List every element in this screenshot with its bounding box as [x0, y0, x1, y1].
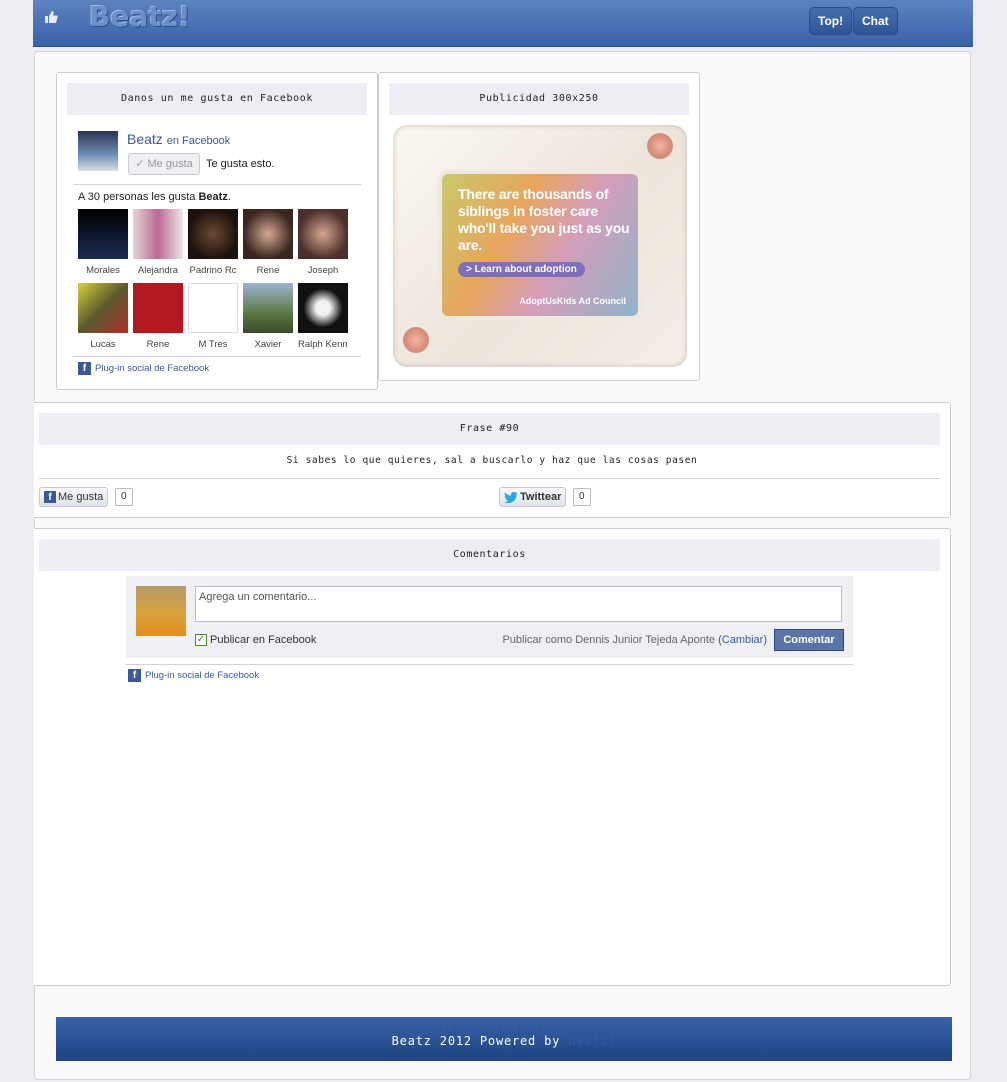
fan-avatar[interactable]: [188, 209, 238, 259]
fans-count: A 30 personas les gusta Beatz.: [78, 191, 231, 203]
fan-name[interactable]: Alejandra: [133, 265, 183, 276]
plugin-label[interactable]: Plug-in social de Facebook: [145, 670, 259, 681]
like-page-button[interactable]: ✓ Me gusta: [128, 153, 200, 175]
page-thumbnail[interactable]: [78, 131, 118, 171]
top-bar: Beatz! Top! Chat: [33, 0, 973, 47]
content-container: Danos un me gusta en Facebook Beatz en F…: [34, 51, 971, 1080]
fan-name[interactable]: Xavier: [243, 339, 293, 350]
fan-item[interactable]: Morales: [78, 209, 128, 276]
fan-name[interactable]: Rene: [243, 265, 293, 276]
fan-item[interactable]: Lucas: [78, 283, 128, 350]
powered-text: Beatz 2012 Powered by: [391, 1034, 561, 1048]
nav-top-button[interactable]: Top!: [809, 7, 853, 35]
fan-name[interactable]: Padrino Rc: [188, 265, 238, 276]
fan-item[interactable]: Ralph Kenne: [298, 283, 348, 350]
facebook-like-button[interactable]: f Me gusta: [39, 487, 109, 507]
change-account-link[interactable]: (Cambiar): [718, 634, 767, 646]
facebook-icon: f: [44, 491, 56, 504]
fan-item[interactable]: Padrino Rc: [188, 209, 238, 276]
page-name[interactable]: Beatz: [127, 131, 163, 147]
page-name-link[interactable]: Beatz en Facebook: [127, 131, 230, 147]
ad-headline: There are thousands of siblings in foste…: [458, 186, 630, 253]
plugin-label[interactable]: Plug-in social de Facebook: [95, 363, 209, 374]
facebook-like-box: Danos un me gusta en Facebook Beatz en F…: [56, 72, 378, 390]
facebook-icon: f: [78, 362, 91, 375]
user-avatar[interactable]: [136, 586, 186, 636]
fan-avatar[interactable]: [78, 209, 128, 259]
nav-chat-button[interactable]: Chat: [853, 7, 898, 35]
flower-decoration: [403, 327, 429, 353]
like-label: Me gusta: [58, 491, 104, 503]
ad-banner[interactable]: There are thousands of siblings in foste…: [393, 125, 687, 367]
fan-name[interactable]: M Tres: [188, 339, 238, 350]
ad-box: Publicidad 300x250 There are thousands o…: [378, 72, 700, 381]
fan-avatar[interactable]: [243, 283, 293, 333]
fan-avatar[interactable]: [298, 209, 348, 259]
fan-name[interactable]: Rene: [133, 339, 183, 350]
follow-facebook-link[interactable]: Siguenos En Facebook: [56, 1023, 952, 1034]
ad-cta-button[interactable]: > Learn about adoption: [458, 262, 585, 277]
fan-item[interactable]: Joseph: [298, 209, 348, 276]
fan-item[interactable]: Alejandra: [133, 209, 183, 276]
twitter-bird-icon: [504, 491, 518, 503]
fan-avatar[interactable]: [133, 283, 183, 333]
fan-item[interactable]: Xavier: [243, 283, 293, 350]
comments-title: Comentarios: [39, 539, 940, 571]
footer-brand-link[interactable]: Beatz!: [568, 1034, 616, 1048]
facebook-plugin-link[interactable]: f Plug-in social de Facebook: [128, 669, 259, 682]
comments-box: Comentarios Agrega un comentario... ✓ Pub…: [34, 528, 951, 986]
thumbs-up-icon[interactable]: [44, 10, 58, 24]
fan-name[interactable]: Ralph Kenne: [298, 339, 348, 350]
footer-powered: Beatz 2012 Powered by Beatz!: [56, 1034, 952, 1048]
tweet-count: 0: [573, 488, 591, 506]
fan-item[interactable]: Rene: [133, 283, 183, 350]
publish-facebook-label: Publicar en Facebook: [210, 634, 317, 646]
tweet-label: Twittear: [520, 491, 562, 503]
fan-avatar[interactable]: [298, 283, 348, 333]
facebook-plugin-link[interactable]: f Plug-in social de Facebook: [78, 362, 209, 375]
ad-box-title: Publicidad 300x250: [389, 83, 689, 115]
fan-name[interactable]: Lucas: [78, 339, 128, 350]
twitter-share-button[interactable]: Twittear: [499, 487, 567, 507]
fan-item[interactable]: M Tres: [188, 283, 238, 350]
comment-input[interactable]: Agrega un comentario...: [195, 586, 842, 622]
footer: Siguenos En Facebook Beatz 2012 Powered …: [56, 1017, 952, 1061]
fan-avatar[interactable]: [133, 209, 183, 259]
page-suffix: en Facebook: [166, 135, 231, 147]
publish-as-text: Publicar como Dennis Junior Tejeda Apont…: [502, 634, 767, 646]
checkbox-checked-icon[interactable]: ✓: [195, 634, 207, 647]
flower-decoration: [647, 133, 673, 159]
page: Beatz! Top! Chat Danos un me gusta en Fa…: [33, 0, 973, 1082]
ad-logos: AdoptUsKids Ad Council: [519, 296, 626, 306]
like-count: 0: [115, 488, 133, 506]
divider: [73, 184, 361, 185]
fan-name[interactable]: Morales: [78, 265, 128, 276]
divider: [126, 664, 853, 665]
facebook-icon: f: [128, 669, 141, 682]
frase-text: Si sabes lo que quieres, sal a buscarlo …: [286, 455, 698, 466]
publish-facebook-option[interactable]: ✓ Publicar en Facebook: [195, 634, 317, 647]
fans-page: Beatz: [198, 191, 228, 203]
likes-you-text: Te gusta esto.: [206, 158, 275, 170]
comment-composer: Agrega un comentario... ✓ Publicar en Fac…: [126, 576, 853, 658]
fan-item[interactable]: Rene: [243, 209, 293, 276]
publish-as-label: Publicar como Dennis Junior Tejeda Apont…: [502, 634, 716, 646]
divider: [73, 356, 361, 357]
fans-suffix: .: [227, 191, 231, 203]
fan-avatar[interactable]: [243, 209, 293, 259]
comment-submit-button[interactable]: Comentar: [774, 629, 844, 651]
frase-title: Frase #90: [39, 413, 940, 445]
frase-box: Frase #90 Si sabes lo que quieres, sal a…: [34, 402, 951, 518]
fans-prefix: A 30 personas les gusta: [78, 191, 196, 203]
like-box-title: Danos un me gusta en Facebook: [67, 83, 367, 115]
divider: [39, 478, 940, 479]
fan-avatar[interactable]: [78, 283, 128, 333]
fan-avatar[interactable]: [188, 283, 238, 333]
site-logo[interactable]: Beatz!: [89, 0, 191, 33]
ad-inner-panel: There are thousands of siblings in foste…: [438, 170, 642, 320]
fan-name[interactable]: Joseph: [298, 265, 348, 276]
